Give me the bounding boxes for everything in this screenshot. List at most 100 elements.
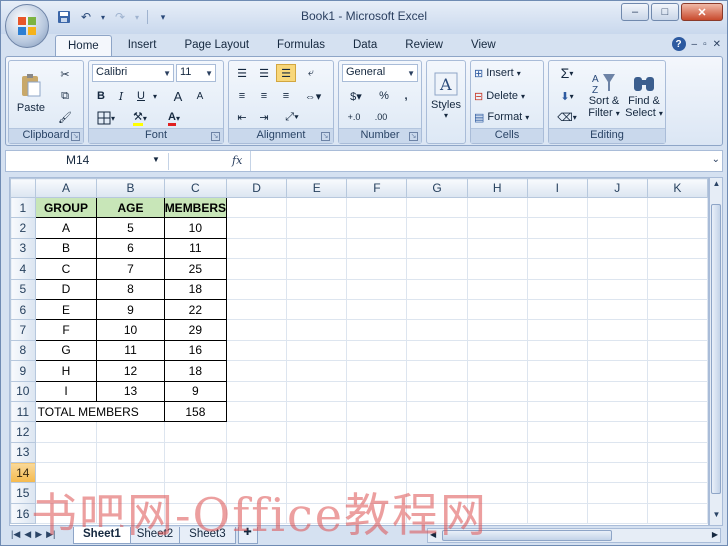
cell[interactable] xyxy=(586,217,648,239)
cell[interactable] xyxy=(646,339,708,362)
cell[interactable] xyxy=(286,482,348,504)
close-button[interactable]: ✕ xyxy=(681,3,723,21)
cell[interactable] xyxy=(466,217,528,239)
cell[interactable] xyxy=(526,278,588,300)
fill-button[interactable]: ⬇ ▾ xyxy=(552,87,582,105)
name-box[interactable]: M14 xyxy=(10,153,162,170)
insert-function-button[interactable]: fx xyxy=(232,154,242,167)
cell[interactable] xyxy=(286,237,348,260)
cell[interactable] xyxy=(526,196,588,219)
sheet-tab-sheet3[interactable]: Sheet3 xyxy=(179,527,236,544)
ribbon-minimize-icon[interactable]: – xyxy=(692,39,698,50)
cell[interactable] xyxy=(286,462,348,484)
cell[interactable] xyxy=(406,380,468,402)
cell[interactable] xyxy=(466,237,528,260)
cell[interactable] xyxy=(96,502,165,525)
office-button[interactable] xyxy=(5,4,49,48)
sheet-tab-sheet1[interactable]: Sheet1 xyxy=(73,527,131,544)
workbook-close-icon[interactable]: ✕ xyxy=(713,39,721,50)
cell[interactable] xyxy=(346,360,408,382)
scroll-up-icon[interactable]: ▲ xyxy=(711,179,722,193)
cell[interactable]: A xyxy=(34,217,98,239)
row-header[interactable]: 7 xyxy=(10,319,36,341)
cell[interactable]: 18 xyxy=(163,278,228,300)
cell[interactable] xyxy=(286,196,348,219)
cell[interactable] xyxy=(34,421,98,443)
cell[interactable] xyxy=(34,462,98,484)
increase-decimal-button[interactable]: +.0 xyxy=(342,109,366,125)
cell[interactable] xyxy=(226,360,288,382)
decrease-indent-icon[interactable]: ⇤ xyxy=(232,109,252,125)
last-sheet-icon[interactable]: ▶| xyxy=(46,529,55,540)
cell[interactable] xyxy=(586,258,648,280)
scroll-right-icon[interactable]: ▶ xyxy=(712,530,718,539)
sort-filter-button[interactable]: AZ Sort & Filter ▾ xyxy=(585,63,623,127)
cell[interactable] xyxy=(346,482,408,504)
cell[interactable] xyxy=(226,319,288,341)
tab-home[interactable]: Home xyxy=(55,35,112,57)
styles-button[interactable]: A Styles ▾ xyxy=(429,63,463,127)
cell[interactable] xyxy=(346,462,408,484)
cell[interactable] xyxy=(526,298,588,321)
cell[interactable] xyxy=(346,421,408,443)
cell[interactable] xyxy=(286,278,348,300)
total-value-cell[interactable]: 158 xyxy=(163,400,228,423)
cell[interactable]: 9 xyxy=(163,380,228,402)
minimize-button[interactable]: – xyxy=(621,3,649,21)
tab-page-layout[interactable]: Page Layout xyxy=(172,35,261,57)
cell[interactable] xyxy=(346,502,408,525)
cell[interactable] xyxy=(226,339,288,362)
cell[interactable] xyxy=(406,217,468,239)
scroll-down-icon[interactable]: ▼ xyxy=(711,510,722,524)
cell[interactable] xyxy=(466,421,528,443)
column-header[interactable]: F xyxy=(346,178,408,198)
insert-sheet-icon[interactable]: ✚ xyxy=(237,527,258,544)
row-header[interactable]: 6 xyxy=(10,298,36,321)
orientation-icon[interactable]: ⤢▾ xyxy=(278,109,306,125)
cell[interactable] xyxy=(226,441,288,464)
cell[interactable] xyxy=(226,196,288,219)
cell[interactable] xyxy=(526,502,588,525)
cell[interactable] xyxy=(226,400,288,423)
row-header[interactable]: 1 xyxy=(10,196,36,219)
total-label-cell[interactable]: TOTAL MEMBERS xyxy=(34,400,165,423)
column-header[interactable]: J xyxy=(586,178,648,198)
cell[interactable] xyxy=(286,258,348,280)
cell[interactable] xyxy=(586,278,648,300)
cell[interactable] xyxy=(466,462,528,484)
paste-button[interactable]: Paste xyxy=(13,63,49,123)
cell[interactable] xyxy=(163,441,228,464)
font-color-button[interactable]: A ▾ xyxy=(159,109,189,127)
cell[interactable]: 16 xyxy=(163,339,228,362)
underline-dropdown-icon[interactable]: ▾ xyxy=(151,87,159,105)
cell[interactable] xyxy=(163,421,228,443)
expand-formula-bar-icon[interactable]: ⌄ xyxy=(712,154,720,165)
cell[interactable]: 18 xyxy=(163,360,228,382)
cell[interactable] xyxy=(346,237,408,260)
accounting-format-icon[interactable]: $▾ xyxy=(342,87,370,105)
merge-center-icon[interactable]: ⇔▾ xyxy=(300,87,326,105)
cell[interactable] xyxy=(526,360,588,382)
cell[interactable] xyxy=(226,482,288,504)
cell[interactable] xyxy=(406,462,468,484)
cell[interactable] xyxy=(226,258,288,280)
cell[interactable] xyxy=(466,196,528,219)
scroll-left-icon[interactable]: ◀ xyxy=(430,530,436,539)
cell[interactable]: 10 xyxy=(96,319,165,341)
cell[interactable] xyxy=(526,237,588,260)
row-header[interactable]: 12 xyxy=(10,421,36,443)
cell[interactable] xyxy=(526,421,588,443)
cell[interactable] xyxy=(526,380,588,402)
maximize-button[interactable]: □ xyxy=(651,3,679,21)
column-header[interactable]: E xyxy=(286,178,348,198)
cell[interactable] xyxy=(96,441,165,464)
cell[interactable] xyxy=(406,196,468,219)
shrink-font-button[interactable]: A xyxy=(191,87,209,105)
alignment-launcher-icon[interactable]: ↘ xyxy=(321,132,330,141)
cell[interactable] xyxy=(226,462,288,484)
cell[interactable]: 9 xyxy=(96,298,165,321)
cell[interactable] xyxy=(286,380,348,402)
row-header[interactable]: 4 xyxy=(10,258,36,280)
cell[interactable] xyxy=(466,258,528,280)
formula-input[interactable] xyxy=(250,151,710,171)
